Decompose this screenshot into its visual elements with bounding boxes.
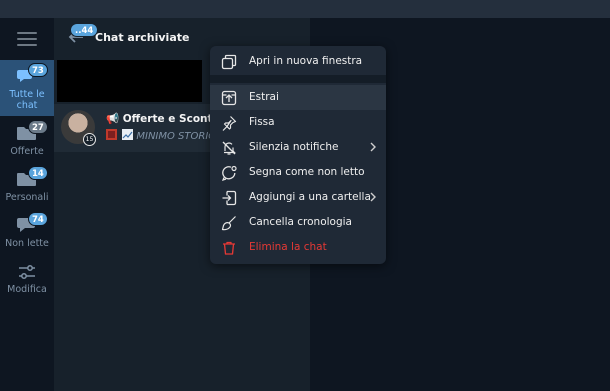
- chevron-right-icon: [370, 142, 376, 152]
- chart-icon: [122, 129, 134, 140]
- menu-item-label: Cancella cronologia: [249, 216, 352, 228]
- menu-item-label: Silenzia notifiche: [249, 141, 339, 153]
- new-window-icon: [221, 54, 237, 70]
- folder-non-lette[interactable]: 74 Non lette: [0, 210, 54, 258]
- page-title: Chat archiviate: [95, 31, 190, 44]
- menu-item-delete-chat[interactable]: Elimina la chat: [210, 235, 386, 260]
- menu-separator: [210, 75, 386, 83]
- menu-item-label: Segna come non letto: [249, 166, 365, 178]
- pin-icon: [222, 116, 237, 131]
- menu-item-label: Aggiungi a una cartella: [249, 191, 371, 203]
- menu-item-open-new-window[interactable]: Apri in nuova finestra: [210, 49, 386, 74]
- folder-label: Modifica: [7, 284, 47, 295]
- menu-icon[interactable]: [17, 32, 37, 46]
- menu-item-label: Apri in nuova finestra: [249, 55, 363, 67]
- red-square-icon: [106, 129, 117, 140]
- broom-icon: [221, 216, 236, 231]
- folder-label: Non lette: [5, 238, 49, 249]
- menu-item-label: Fissa: [249, 116, 275, 128]
- add-to-folder-icon: [222, 190, 237, 206]
- folder-badge: 74: [28, 212, 48, 226]
- menu-item-mute[interactable]: Silenzia notifiche: [210, 135, 386, 160]
- sliders-icon: [19, 265, 35, 279]
- menu-item-unarchive[interactable]: Estrai: [210, 85, 386, 110]
- mute-icon: [222, 141, 236, 155]
- folder-badge: 73: [28, 63, 48, 77]
- menu-item-mark-unread[interactable]: Segna come non letto: [210, 160, 386, 185]
- avatar-badge: 15: [83, 133, 96, 146]
- folder-label: Offerte: [10, 146, 44, 157]
- chat-item-preview[interactable]: [57, 60, 202, 102]
- chevron-right-icon: [370, 192, 376, 202]
- folder-label: Personali: [5, 192, 49, 203]
- unarchive-icon: [221, 90, 237, 106]
- title-bar: [0, 0, 610, 18]
- menu-item-pin[interactable]: Fissa: [210, 110, 386, 135]
- menu-item-label: Elimina la chat: [249, 241, 327, 253]
- menu-item-clear-history[interactable]: Cancella cronologia: [210, 210, 386, 235]
- folder-offerte[interactable]: 27 Offerte: [0, 118, 54, 166]
- folder-label: Tutte le chat: [9, 89, 45, 111]
- folders-rail: 73 Tutte le chat 27 Offerte 14 Personali…: [0, 18, 54, 391]
- menu-item-add-to-folder[interactable]: Aggiungi a una cartella: [210, 185, 386, 210]
- folder-edit[interactable]: Modifica: [0, 256, 54, 304]
- context-menu: Apri in nuova finestra Estrai Fissa Sile…: [210, 46, 386, 264]
- folder-badge: 27: [28, 120, 48, 134]
- folder-personali[interactable]: 14 Personali: [0, 164, 54, 212]
- trash-icon: [223, 241, 235, 255]
- menu-item-label: Estrai: [249, 91, 279, 103]
- mark-unread-icon: [221, 165, 237, 181]
- folder-all-chats[interactable]: 73 Tutte le chat: [0, 60, 54, 116]
- chat-last-message: MINIMO STORICO: [106, 129, 223, 142]
- folder-badge: 14: [28, 166, 48, 180]
